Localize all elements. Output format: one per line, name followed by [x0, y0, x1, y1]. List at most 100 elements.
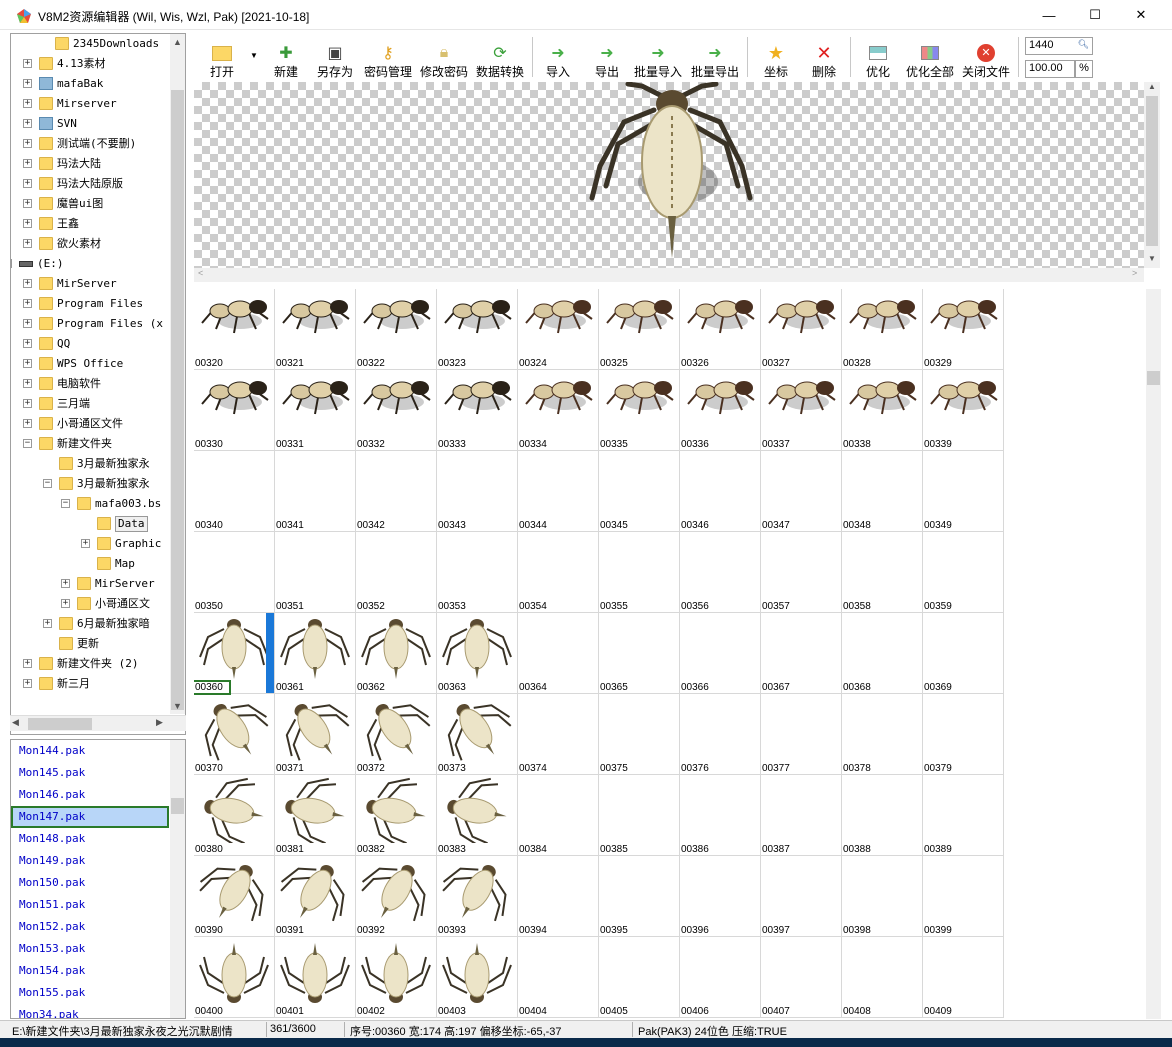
thumbnail-cell[interactable]: 00374: [518, 694, 599, 775]
image-preview[interactable]: [194, 82, 1144, 268]
thumbnail-cell[interactable]: 00398: [842, 856, 923, 937]
thumbnail-cell[interactable]: 00361: [275, 613, 356, 694]
expand-icon[interactable]: +: [23, 279, 32, 288]
file-list-item[interactable]: Mon155.pak: [19, 982, 169, 1004]
tree-item[interactable]: + 小哥通区文: [11, 594, 171, 614]
thumbnail-cell[interactable]: 00336: [680, 370, 761, 451]
thumbnail-cell[interactable]: 00389: [923, 775, 1004, 856]
minimize-button[interactable]: —: [1026, 0, 1072, 30]
thumbnail-cell[interactable]: 00359: [923, 532, 1004, 613]
thumbnail-cell[interactable]: 00397: [761, 856, 842, 937]
thumbnail-cell[interactable]: 00399: [923, 856, 1004, 937]
tree-item[interactable]: + 测试端(不要删): [11, 134, 171, 154]
thumbnail-cell[interactable]: 00395: [599, 856, 680, 937]
tree-item[interactable]: + 魔兽ui图: [11, 194, 171, 214]
tree-item[interactable]: + 玛法大陆: [11, 154, 171, 174]
thumbnail-cell[interactable]: 00368: [842, 613, 923, 694]
thumbnail-cell[interactable]: 00323: [437, 289, 518, 370]
tree-item[interactable]: + 新三月: [11, 674, 171, 694]
expand-icon[interactable]: +: [23, 79, 32, 88]
file-list-item[interactable]: Mon148.pak: [19, 828, 169, 850]
tree-item[interactable]: + 新建文件夹 (2): [11, 654, 171, 674]
file-list[interactable]: Mon144.pak Mon145.pak Mon146.pak Mon147.pak…: [10, 739, 186, 1019]
expand-icon[interactable]: +: [23, 239, 32, 248]
thumbnail-cell[interactable]: 00364: [518, 613, 599, 694]
expand-icon[interactable]: +: [23, 339, 32, 348]
thumbnail-cell[interactable]: 00404: [518, 937, 599, 1018]
thumbnail-cell[interactable]: 00386: [680, 775, 761, 856]
import-button[interactable]: ➜ 导入: [540, 35, 576, 79]
thumbnail-cell[interactable]: 00337: [761, 370, 842, 451]
thumbnail-cell[interactable]: 00340: [194, 451, 275, 532]
file-list-item[interactable]: Mon34.pak: [19, 1004, 169, 1018]
thumbnail-cell[interactable]: 00350: [194, 532, 275, 613]
thumbnail-cell[interactable]: 00334: [518, 370, 599, 451]
optimize-all-button[interactable]: 优化全部: [904, 35, 956, 79]
thumbnail-cell[interactable]: 00376: [680, 694, 761, 775]
thumbnail-cell[interactable]: 00353: [437, 532, 518, 613]
close-window-button[interactable]: ✕: [1118, 0, 1164, 30]
preview-scrollbar[interactable]: ▲ ▼: [1144, 82, 1160, 268]
tree-item[interactable]: + 三月端: [11, 394, 171, 414]
change-password-button[interactable]: 🔒︎ 修改密码: [418, 35, 470, 79]
thumbnail-cell[interactable]: 00365: [599, 613, 680, 694]
batch-export-button[interactable]: ➜ 批量导出: [689, 35, 741, 79]
expand-icon[interactable]: +: [23, 359, 32, 368]
password-manage-button[interactable]: ⚷ 密码管理: [362, 35, 414, 79]
file-list-item[interactable]: Mon153.pak: [19, 938, 169, 960]
tree-item[interactable]: Data: [11, 514, 171, 534]
file-list-item[interactable]: Mon147.pak: [11, 806, 169, 828]
thumbnail-cell[interactable]: 00360: [194, 613, 275, 695]
tree-item[interactable]: + 小哥通区文件: [11, 414, 171, 434]
expand-icon[interactable]: +: [23, 199, 32, 208]
expand-icon[interactable]: +: [23, 99, 32, 108]
thumbnail-cell[interactable]: 00396: [680, 856, 761, 937]
tree-item[interactable]: + Mirserver: [11, 94, 171, 114]
search-icon[interactable]: 🔍︎: [1078, 39, 1089, 50]
thumbnail-cell[interactable]: 00341: [275, 451, 356, 532]
collapse-icon[interactable]: −: [11, 259, 12, 268]
thumbnail-cell[interactable]: 00356: [680, 532, 761, 613]
thumbnail-cell[interactable]: 00370: [194, 694, 275, 775]
thumbnail-grid[interactable]: 00320 00321 00322 00323 00324 00325 00326 00327…: [194, 289, 1144, 1019]
expand-icon[interactable]: +: [23, 299, 32, 308]
new-button[interactable]: ✚ 新建: [268, 35, 304, 79]
expand-icon[interactable]: +: [23, 399, 32, 408]
thumbnail-cell[interactable]: 00343: [437, 451, 518, 532]
thumbnail-cell[interactable]: 00339: [923, 370, 1004, 451]
coords-button[interactable]: ★ 坐标: [758, 35, 794, 80]
thumbnail-cell[interactable]: 00352: [356, 532, 437, 613]
thumbnail-cell[interactable]: 00326: [680, 289, 761, 370]
thumbnail-cell[interactable]: 00408: [842, 937, 923, 1018]
thumbnail-cell[interactable]: 00349: [923, 451, 1004, 532]
thumbnail-cell[interactable]: 00344: [518, 451, 599, 532]
expand-icon[interactable]: +: [23, 139, 32, 148]
expand-icon[interactable]: +: [23, 659, 32, 668]
thumbnail-cell[interactable]: 00355: [599, 532, 680, 613]
tree-item[interactable]: + Graphic: [11, 534, 171, 554]
tree-item[interactable]: + mafaBak: [11, 74, 171, 94]
thumbnail-cell[interactable]: 00330: [194, 370, 275, 451]
thumbnail-cell[interactable]: 00393: [437, 856, 518, 937]
thumbnail-cell[interactable]: 00407: [761, 937, 842, 1018]
thumbnail-cell[interactable]: 00400: [194, 937, 275, 1018]
expand-icon[interactable]: +: [61, 599, 70, 608]
tree-item[interactable]: +6月最新独家暗: [11, 614, 171, 634]
thumbnail-cell[interactable]: 00342: [356, 451, 437, 532]
maximize-button[interactable]: ☐: [1072, 0, 1118, 30]
expand-icon[interactable]: +: [23, 419, 32, 428]
thumbnail-cell[interactable]: 00405: [599, 937, 680, 1018]
thumbnail-cell[interactable]: 00387: [761, 775, 842, 856]
thumbnail-cell[interactable]: 00392: [356, 856, 437, 937]
close-file-button[interactable]: ✕ 关闭文件: [960, 35, 1012, 79]
expand-icon[interactable]: +: [23, 319, 32, 328]
tree-item[interactable]: + MirServer: [11, 274, 171, 294]
optimize-button[interactable]: 优化: [860, 35, 896, 79]
thumbnail-cell[interactable]: 00333: [437, 370, 518, 451]
thumbnail-cell[interactable]: 00325: [599, 289, 680, 370]
thumbnail-cell[interactable]: 00372: [356, 694, 437, 775]
tree-item[interactable]: + WPS Office: [11, 354, 171, 374]
thumbnail-cell[interactable]: 00378: [842, 694, 923, 775]
tree-item[interactable]: + Program Files (x: [11, 314, 171, 334]
tree-item[interactable]: 更新: [11, 634, 171, 654]
